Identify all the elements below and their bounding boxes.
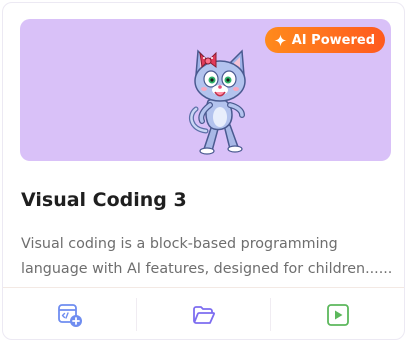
new-project-button[interactable] (3, 288, 136, 341)
project-card: AI Powered Visual Coding 3 Visual coding… (2, 2, 405, 340)
card-title: Visual Coding 3 (21, 189, 187, 211)
badge-label: AI Powered (291, 32, 375, 48)
sparkle-icon (274, 34, 287, 46)
open-project-button[interactable] (137, 288, 270, 341)
description-line-2: language with AI features, designed for … (21, 261, 393, 277)
description-line-1: Visual coding is a block-based programmi… (21, 236, 338, 252)
open-folder-icon (192, 305, 215, 324)
card-description: Visual coding is a block-based programmi… (21, 232, 405, 282)
new-project-icon (57, 303, 82, 327)
play-icon (326, 303, 349, 326)
card-actions (3, 287, 404, 341)
ai-powered-badge: AI Powered (264, 27, 385, 53)
cat-mascot-illustration (188, 49, 246, 155)
run-project-button[interactable] (271, 288, 404, 341)
card-banner[interactable]: AI Powered (20, 19, 391, 161)
